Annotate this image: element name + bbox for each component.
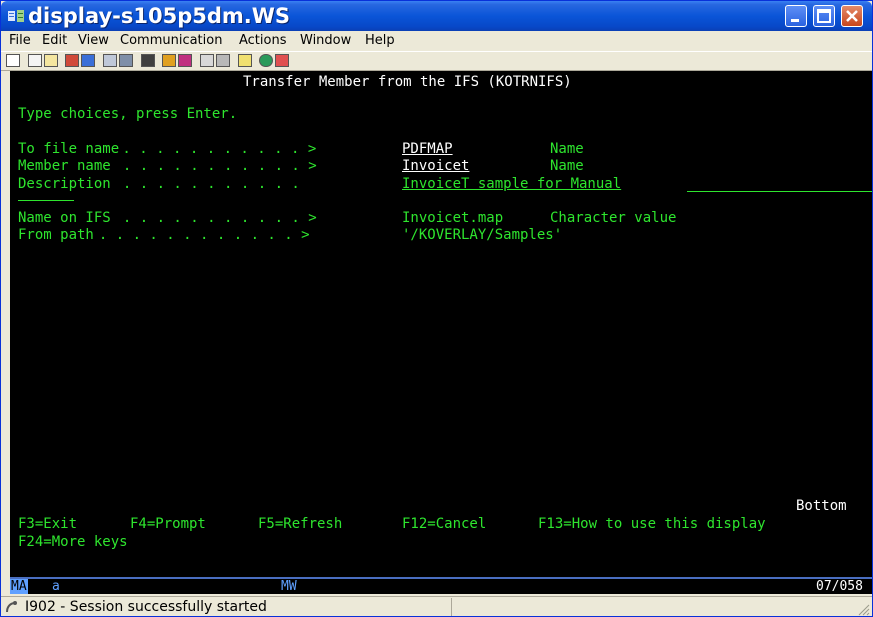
status-message: I902 - Session successfully started — [25, 599, 267, 615]
close-icon — [846, 10, 858, 22]
notes-icon[interactable] — [238, 54, 252, 67]
close-button[interactable] — [841, 5, 863, 27]
maximize-icon — [817, 9, 831, 23]
emulator-window: display-s105p5dm.WS File Edit View Commu… — [0, 0, 873, 617]
maximize-button[interactable] — [813, 5, 835, 27]
status-bar: I902 - Session successfully started — [1, 596, 872, 616]
menu-window[interactable]: Window — [300, 33, 351, 48]
record-macro-icon[interactable] — [178, 54, 192, 67]
from-path-input[interactable]: '/KOVERLAY/Samples' — [402, 228, 562, 242]
to-file-name-input[interactable]: PDFMAP — [402, 142, 482, 156]
description-underline — [687, 191, 872, 192]
transfer-settings-icon[interactable] — [216, 54, 230, 67]
fkey-f24[interactable]: F24=More keys — [18, 535, 128, 549]
screen-heading: Transfer Member from the IFS (KOTRNIFS) — [243, 74, 572, 90]
minimize-icon — [791, 19, 799, 22]
menu-actions[interactable]: Actions — [239, 33, 287, 48]
field-hint: Name — [550, 141, 584, 157]
title-bar[interactable]: display-s105p5dm.WS — [1, 1, 872, 31]
status-divider — [451, 598, 452, 616]
fkey-f3[interactable]: F3=Exit — [18, 517, 77, 531]
window-title: display-s105p5dm.WS — [28, 4, 291, 28]
field-dots: . . . . . . . . . . . — [106, 176, 300, 192]
field-label: Name on IFS — [18, 210, 111, 226]
description-underline-wrap — [18, 200, 74, 201]
paste-icon[interactable] — [44, 54, 58, 67]
terminal-screen[interactable]: Transfer Member from the IFS (KOTRNIFS) … — [10, 71, 872, 577]
fkey-f5[interactable]: F5=Refresh — [258, 517, 342, 531]
play-macro-icon[interactable] — [162, 54, 176, 67]
keyboard-icon[interactable] — [119, 54, 133, 67]
globe-icon[interactable] — [259, 54, 273, 67]
minimize-button[interactable] — [785, 5, 807, 27]
pen-icon[interactable] — [275, 54, 289, 67]
field-hint: Name — [550, 158, 584, 174]
member-name-input[interactable]: Invoicet — [402, 159, 482, 173]
name-on-ifs-input[interactable]: Invoicet.map — [402, 211, 503, 225]
display-icon[interactable] — [103, 54, 117, 67]
menu-bar: File Edit View Communication Actions Win… — [1, 31, 872, 51]
field-label: Member name — [18, 158, 111, 174]
fkey-f12[interactable]: F12=Cancel — [402, 517, 486, 531]
fkey-f4[interactable]: F4=Prompt — [130, 517, 206, 531]
oia-a: a — [52, 579, 60, 594]
field-dots: . . . . . . . . . . . > — [114, 141, 317, 157]
field-dots: . . . . . . . . . . . > — [106, 158, 317, 174]
send-file-icon[interactable] — [65, 54, 79, 67]
menu-file[interactable]: File — [9, 33, 31, 48]
receive-file-icon[interactable] — [81, 54, 95, 67]
oia-mw: MW — [281, 579, 297, 594]
field-label: Description — [18, 176, 111, 192]
menu-communication[interactable]: Communication — [120, 33, 222, 48]
oia-ma: MA — [10, 579, 28, 594]
terminal-app-icon — [8, 10, 24, 22]
cursor-position: 07/058 — [816, 579, 863, 594]
connection-icon — [6, 601, 17, 613]
screen-instruction: Type choices, press Enter. — [18, 106, 238, 122]
description-input[interactable]: InvoiceT sample for Manual — [402, 177, 621, 191]
transfer-icon[interactable] — [200, 54, 214, 67]
menu-help[interactable]: Help — [365, 33, 395, 48]
fkey-f13[interactable]: F13=How to use this display — [538, 517, 766, 531]
more-indicator: Bottom — [796, 498, 847, 514]
field-label: To file name — [18, 141, 120, 157]
field-dots: . . . . . . . . . . . > — [106, 210, 317, 226]
print-screen-icon[interactable] — [6, 54, 20, 67]
field-dots: . . . . . . . . . . . . > — [82, 227, 310, 243]
toolbar — [1, 51, 872, 71]
macro-icon[interactable] — [141, 54, 155, 67]
operator-info-area: MA a MW 07/058 — [10, 577, 872, 594]
menu-edit[interactable]: Edit — [42, 33, 67, 48]
menu-view[interactable]: View — [78, 33, 109, 48]
field-hint: Character value — [550, 210, 677, 226]
copy-icon[interactable] — [28, 54, 42, 67]
resize-grip-icon[interactable] — [856, 602, 870, 616]
